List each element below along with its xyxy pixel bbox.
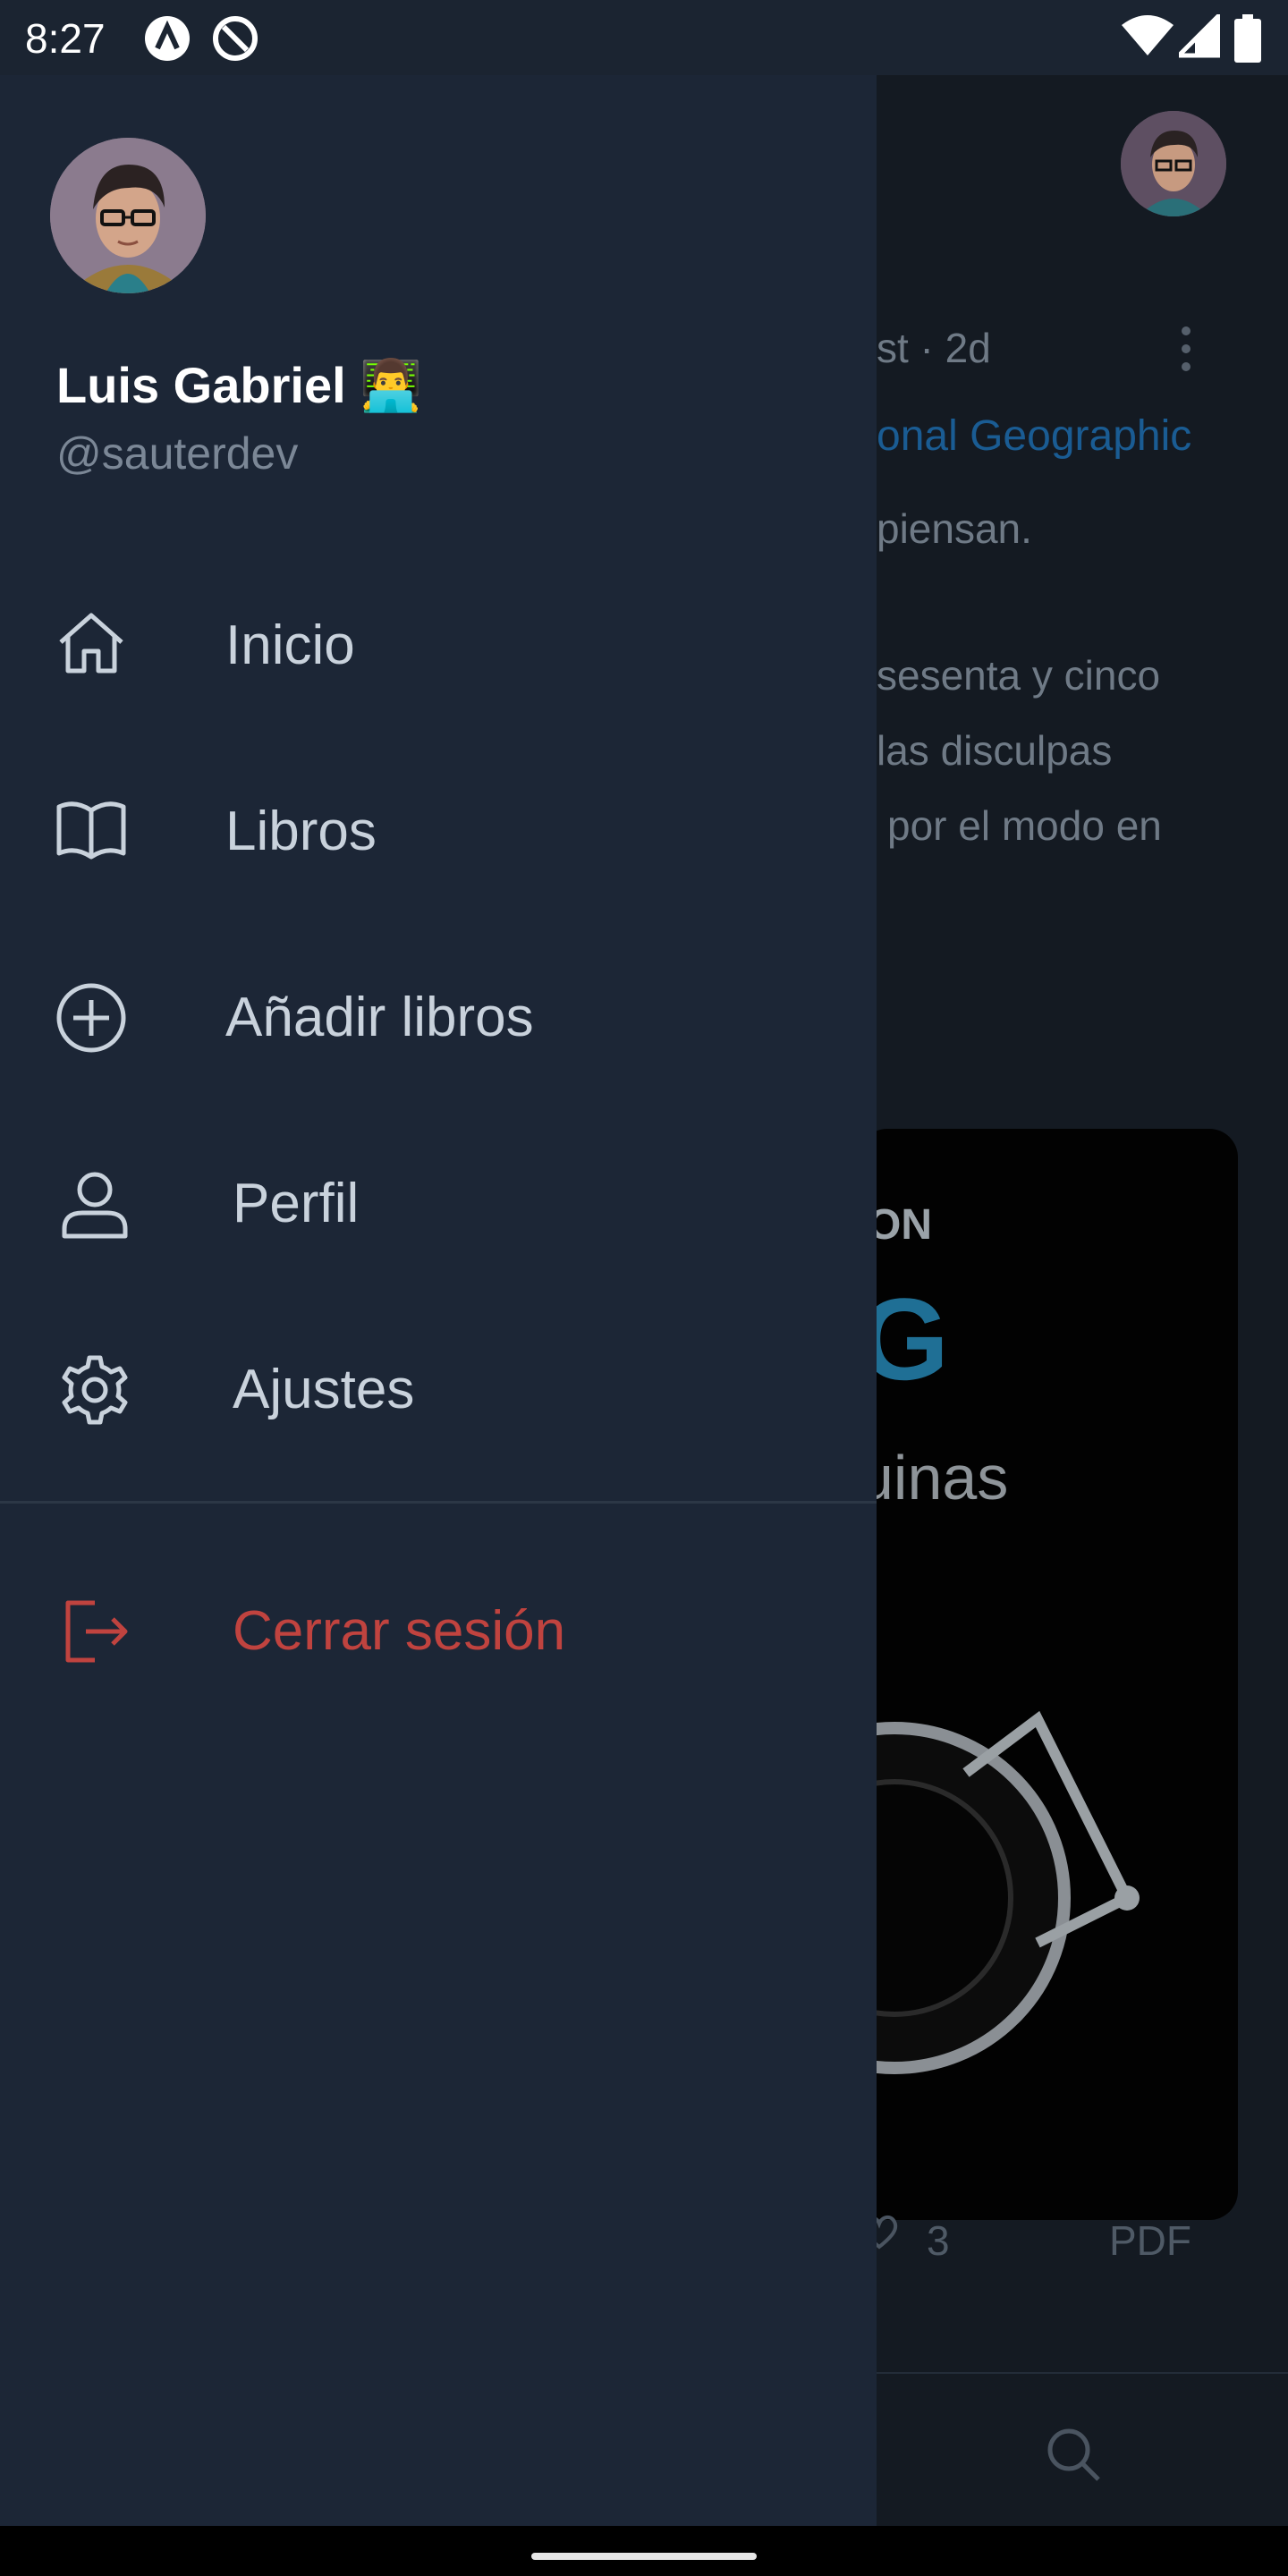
signal-icon — [1179, 14, 1220, 58]
user-name: Luis Gabriel 👨‍💻 — [56, 357, 422, 413]
post-meta: st · 2d — [877, 325, 991, 371]
wifi-icon — [1122, 15, 1174, 55]
logout-icon — [65, 1600, 128, 1663]
plus-circle-icon — [56, 983, 126, 1053]
menu-divider — [0, 1501, 877, 1504]
post-image[interactable]: ON G uinas — [859, 1129, 1238, 2220]
menu-item-label: Inicio — [225, 614, 355, 676]
avatar[interactable] — [50, 138, 206, 293]
battery-icon — [1234, 14, 1261, 63]
post-link[interactable]: onal Geographic — [877, 411, 1191, 461]
home-icon — [59, 613, 123, 674]
book-open-icon — [56, 801, 126, 860]
image-text: ON — [868, 1201, 932, 1249]
post-text-line: las disculpas — [877, 727, 1113, 774]
logout-button[interactable]: Cerrar sesión — [0, 1563, 877, 1698]
header-avatar[interactable] — [1121, 111, 1226, 216]
format-badge: PDF — [1109, 2217, 1191, 2264]
post-text-line: piensan. — [877, 505, 1032, 552]
menu-item-label: Libros — [225, 801, 377, 862]
avatar-illustration-icon — [50, 138, 206, 293]
system-navigation-bar — [0, 2526, 1288, 2576]
robot-eye-illustration — [859, 1710, 1140, 2074]
home-gesture-handle[interactable] — [531, 2553, 757, 2560]
sync-notification-icon — [213, 16, 258, 61]
user-icon — [62, 1172, 128, 1239]
menu-item-libros[interactable]: Libros — [0, 764, 877, 898]
navigation-drawer: Luis Gabriel 👨‍💻 @sauterdev Inicio Libro… — [0, 75, 877, 2526]
user-handle: @sauterdev — [56, 428, 299, 479]
menu-item-label: Perfil — [233, 1173, 360, 1234]
avatar-illustration-icon — [1121, 111, 1226, 216]
like-count: 3 — [927, 2217, 950, 2264]
gear-icon — [62, 1355, 128, 1425]
menu-item-ajustes[interactable]: Ajustes — [0, 1322, 877, 1456]
bottom-tab-bar — [877, 2372, 1288, 2528]
post-text-line: por el modo en — [887, 802, 1162, 849]
search-icon[interactable] — [1045, 2426, 1102, 2483]
menu-item-label: Ajustes — [233, 1359, 415, 1420]
more-options-icon[interactable] — [1179, 326, 1193, 372]
menu-item-anadir-libros[interactable]: Añadir libros — [0, 950, 877, 1084]
menu-item-inicio[interactable]: Inicio — [0, 578, 877, 712]
app-notification-icon — [145, 16, 190, 61]
image-text: uinas — [859, 1443, 1009, 1513]
status-time: 8:27 — [25, 15, 106, 62]
menu-item-perfil[interactable]: Perfil — [0, 1136, 877, 1270]
logout-label: Cerrar sesión — [233, 1600, 566, 1662]
post-text-line: sesenta y cinco — [877, 652, 1161, 699]
status-bar: 8:27 — [0, 0, 1288, 75]
menu-item-label: Añadir libros — [225, 987, 534, 1048]
